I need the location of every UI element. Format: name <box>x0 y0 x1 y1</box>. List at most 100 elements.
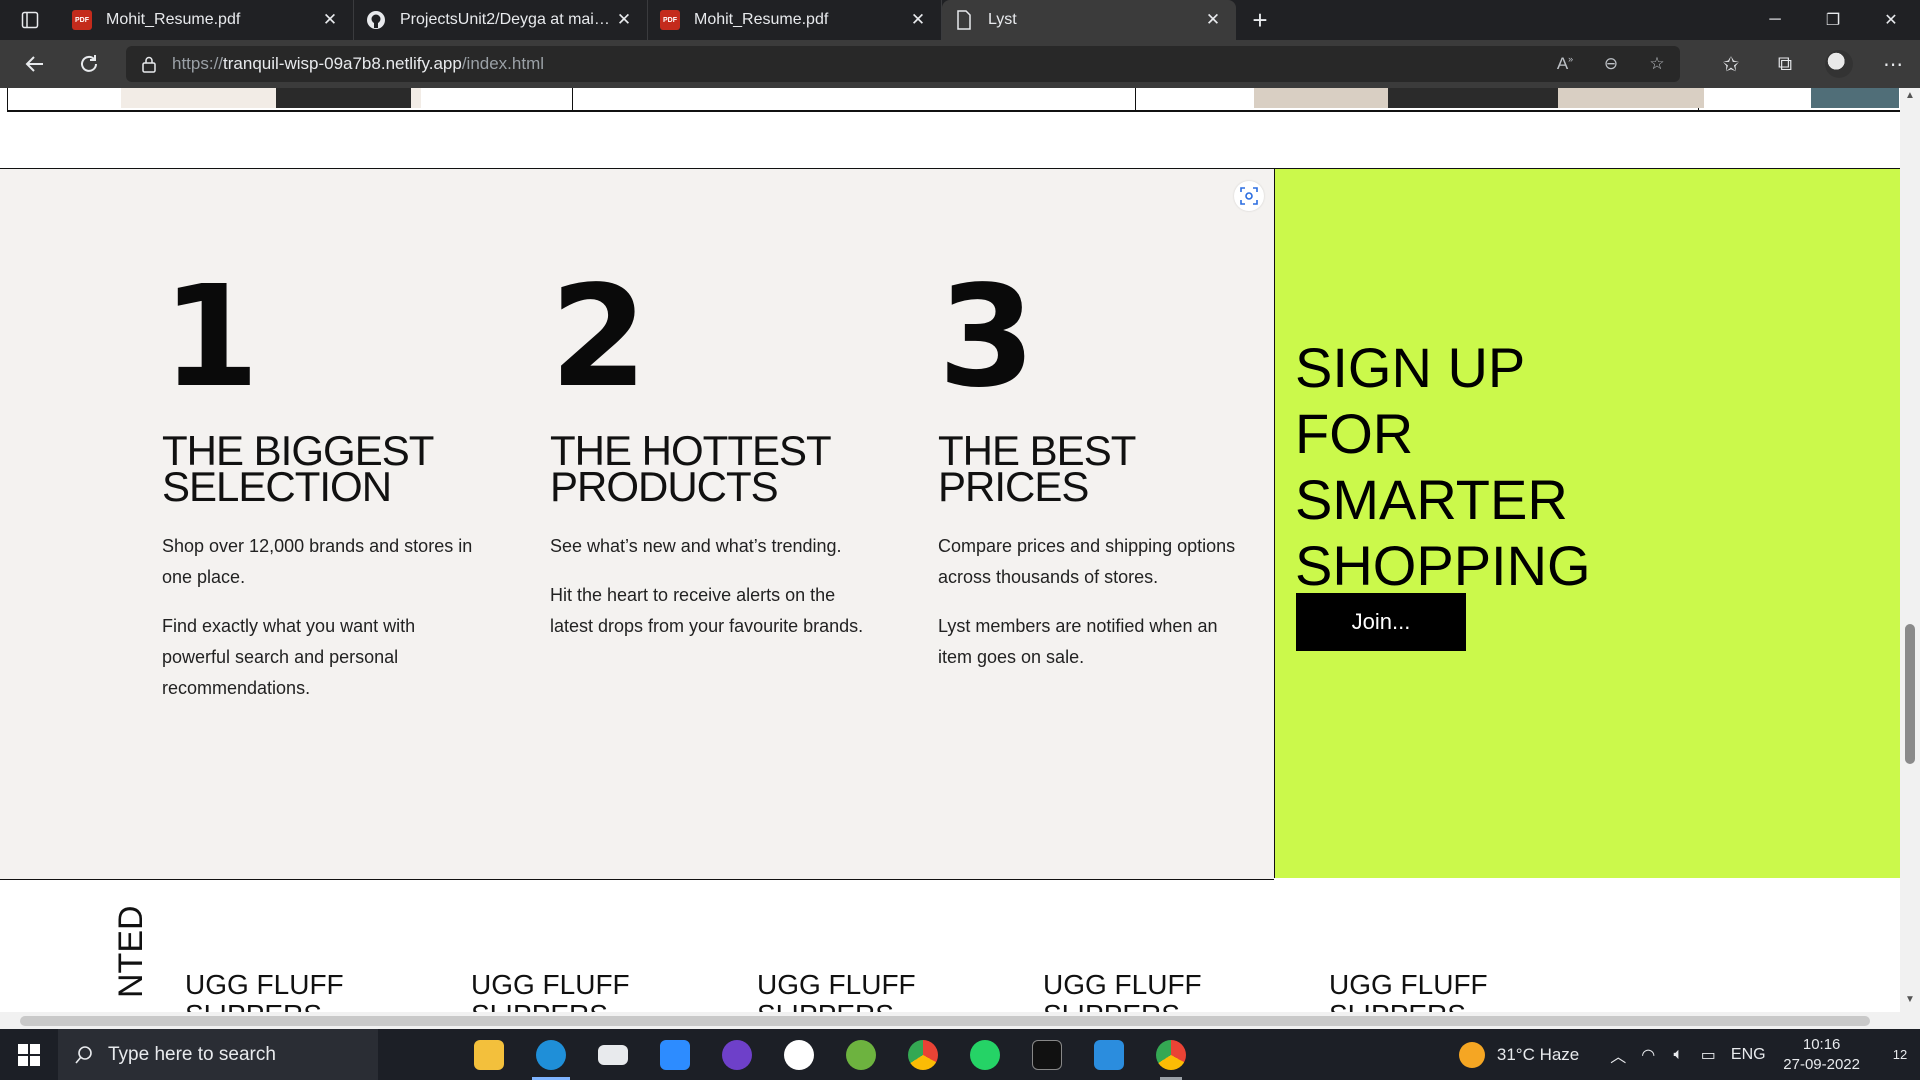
product-card[interactable] <box>1699 88 1899 110</box>
video-camera-icon <box>660 1039 690 1070</box>
feature-prices: 3 THE BEST PRICES Compare prices and shi… <box>938 268 1248 673</box>
tab-lyst[interactable]: Lyst ✕ <box>942 0 1236 40</box>
feature-number: 1 <box>162 256 259 419</box>
vertical-scrollbar[interactable]: ▲ ▼ <box>1900 88 1920 1029</box>
vscode-icon <box>1094 1039 1124 1070</box>
feature-number: 2 <box>550 256 647 419</box>
feature-text: Find exactly what you want with powerful… <box>162 616 416 698</box>
read-aloud-icon[interactable]: A» <box>1542 54 1588 74</box>
feature-text: Compare prices and shipping options acro… <box>938 536 1236 587</box>
tab-close-button[interactable]: ✕ <box>319 10 341 30</box>
battery-icon[interactable]: ▭ <box>1693 1045 1723 1065</box>
tab-title: ProjectsUnit2/Deyga at main · Im <box>400 11 613 28</box>
signup-heading: SIGN UP FOR SMARTER SHOPPING <box>1295 336 1591 597</box>
github-icon <box>366 10 386 30</box>
windows-taskbar: Type here to search 31°C Haze ︿ ◠ 🔈︎ ▭ E… <box>0 1029 1920 1080</box>
address-bar[interactable]: https://tranquil-wisp-09a7b8.netlify.app… <box>126 46 1680 82</box>
chrome-icon <box>1156 1039 1186 1070</box>
spring-app[interactable] <box>830 1029 892 1080</box>
start-button[interactable] <box>0 1029 58 1080</box>
browser-tab-bar: PDF Mohit_Resume.pdf ✕ ProjectsUnit2/Dey… <box>0 0 1920 40</box>
horizontal-scrollbar[interactable] <box>0 1012 1900 1029</box>
scrollbar-thumb[interactable] <box>20 1016 1870 1026</box>
tab-github[interactable]: ProjectsUnit2/Deyga at main · Im ✕ <box>354 0 648 40</box>
leaf-icon <box>846 1039 876 1070</box>
feature-heading: THE HOTTEST PRODUCTS <box>550 427 831 510</box>
features-section: 1 THE BIGGEST SELECTION Shop over 12,000… <box>0 168 1274 880</box>
tab-title: Lyst <box>988 11 1017 28</box>
browser-toolbar: https://tranquil-wisp-09a7b8.netlify.app… <box>0 40 1920 88</box>
clock[interactable]: 10:16 27-09-2022 <box>1783 1035 1860 1075</box>
toolbar-right: ✩ ⧉ ⋯ <box>1704 40 1920 88</box>
page-viewport: 1 THE BIGGEST SELECTION Shop over 12,000… <box>0 88 1920 1029</box>
wifi-icon[interactable]: ◠ <box>1633 1045 1663 1065</box>
close-window-button[interactable]: ✕ <box>1862 0 1920 40</box>
search-icon <box>75 1045 92 1064</box>
tab-close-button[interactable]: ✕ <box>1202 10 1224 30</box>
scroll-down-icon[interactable]: ▼ <box>1900 994 1920 1005</box>
scrollbar-thumb[interactable] <box>1905 624 1915 764</box>
folder-icon <box>474 1039 504 1070</box>
zoom-app[interactable] <box>644 1029 706 1080</box>
whatsapp-app[interactable] <box>954 1029 1016 1080</box>
product-card[interactable] <box>8 88 573 110</box>
vscode-app[interactable] <box>1078 1029 1140 1080</box>
feature-text: Lyst members are notified when an item g… <box>938 616 1218 667</box>
address-bar-actions: A» ⊖ ☆ <box>1542 46 1680 82</box>
collections-icon[interactable]: ⧉ <box>1758 53 1812 76</box>
tab-close-button[interactable]: ✕ <box>613 10 635 30</box>
pdf-icon: PDF <box>660 10 680 30</box>
product-card[interactable] <box>1136 88 1704 110</box>
tab-actions-button[interactable] <box>0 0 60 40</box>
zoom-out-icon[interactable]: ⊖ <box>1588 54 1634 74</box>
weather-widget[interactable]: 31°C Haze <box>1458 1041 1579 1068</box>
tab-pdf-2[interactable]: PDF Mohit_Resume.pdf ✕ <box>648 0 942 40</box>
signup-panel: SIGN UP FOR SMARTER SHOPPING Join... <box>1274 168 1900 878</box>
feature-text: See what’s new and what’s trending. <box>550 536 842 556</box>
language-indicator[interactable]: ENG <box>1723 1046 1773 1064</box>
window-controls: ─ ❐ ✕ <box>1746 0 1920 40</box>
terminal-icon <box>1032 1039 1062 1070</box>
lock-icon <box>142 56 156 73</box>
refresh-button[interactable] <box>62 40 116 88</box>
add-favorite-icon[interactable]: ☆ <box>1634 54 1680 74</box>
arrow-left-icon <box>25 56 43 72</box>
github-desktop-app[interactable] <box>706 1029 768 1080</box>
restore-button[interactable]: ❐ <box>1804 0 1862 40</box>
mail-app[interactable] <box>582 1029 644 1080</box>
pdf-icon: PDF <box>72 10 92 30</box>
visual-search-icon[interactable] <box>1234 181 1264 211</box>
slack-app[interactable] <box>768 1029 830 1080</box>
tab-pdf-1[interactable]: PDF Mohit_Resume.pdf ✕ <box>60 0 354 40</box>
feature-text: Shop over 12,000 brands and stores in on… <box>162 536 473 587</box>
favorites-icon[interactable]: ✩ <box>1704 52 1758 77</box>
mysql-app[interactable] <box>1016 1029 1078 1080</box>
profile-avatar[interactable] <box>1825 50 1853 78</box>
volume-icon[interactable]: 🔈︎ <box>1663 1046 1693 1064</box>
tab-close-button[interactable]: ✕ <box>907 10 929 30</box>
chrome-profile-app[interactable] <box>1140 1029 1202 1080</box>
notification-center-button[interactable]: 12 <box>1880 1029 1920 1080</box>
product-image-shadow <box>1388 88 1558 108</box>
file-explorer-app[interactable] <box>458 1029 520 1080</box>
tab-title: Mohit_Resume.pdf <box>694 11 829 28</box>
chrome-app[interactable] <box>892 1029 954 1080</box>
mail-icon <box>598 1044 628 1065</box>
product-card[interactable] <box>573 88 1136 110</box>
refresh-icon <box>81 55 97 72</box>
page-icon <box>954 10 974 30</box>
tab-title: Mohit_Resume.pdf <box>106 11 241 28</box>
feature-heading: THE BIGGEST SELECTION <box>162 427 434 510</box>
product-image-shadow <box>276 88 411 108</box>
more-menu-icon[interactable]: ⋯ <box>1866 52 1920 77</box>
join-button[interactable]: Join... <box>1296 593 1466 651</box>
whatsapp-icon <box>970 1039 1000 1070</box>
minimize-button[interactable]: ─ <box>1746 0 1804 40</box>
clock-date: 27-09-2022 <box>1783 1055 1860 1073</box>
back-button[interactable] <box>8 40 62 88</box>
scroll-up-icon[interactable]: ▲ <box>1900 90 1920 101</box>
new-tab-button[interactable]: + <box>1236 0 1284 40</box>
taskbar-search-box[interactable]: Type here to search <box>58 1029 378 1080</box>
chevron-up-icon[interactable]: ︿ <box>1603 1043 1633 1067</box>
edge-app[interactable] <box>520 1029 582 1080</box>
